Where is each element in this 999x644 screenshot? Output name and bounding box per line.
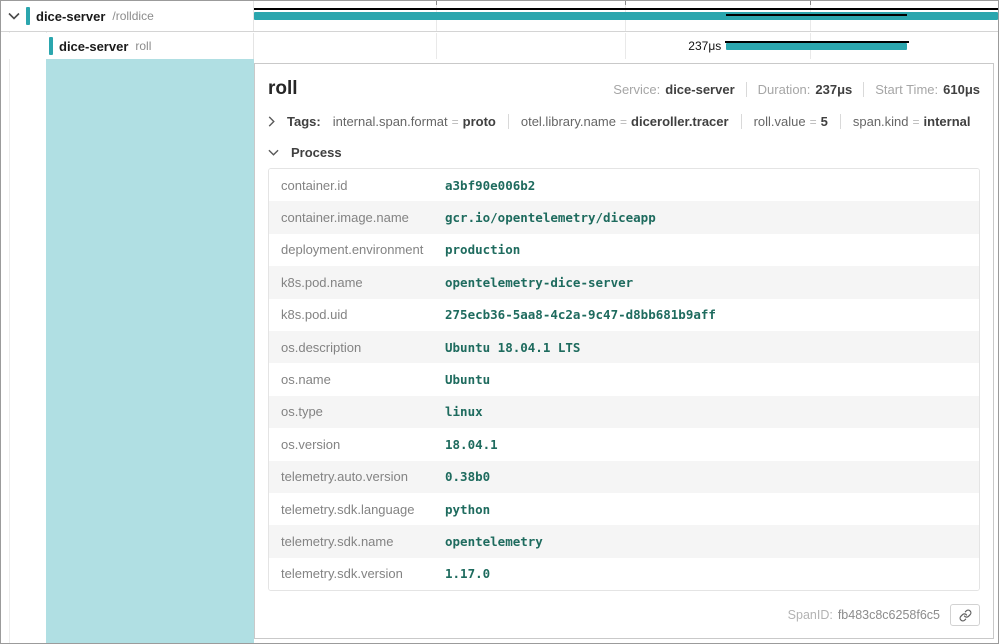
- duration-label: 237μs: [688, 39, 721, 53]
- tag-item: span.kind = internal: [840, 114, 971, 129]
- span-title: roll: [268, 78, 298, 100]
- copy-link-button[interactable]: [950, 604, 980, 626]
- process-table: container.id a3bf90e006b2 container.imag…: [268, 168, 980, 591]
- timeline-tick: [436, 1, 437, 5]
- process-label: Process: [291, 145, 342, 160]
- process-row: deployment.environment production: [269, 234, 979, 266]
- critical-path-segment: [254, 8, 998, 10]
- process-row: os.description Ubuntu 18.04.1 LTS: [269, 331, 979, 363]
- critical-path-segment: [726, 14, 907, 16]
- jaeger-trace-detail-view: dice-server /rolldice dice-server roll 2…: [0, 0, 999, 644]
- process-value: gcr.io/opentelemetry/diceapp: [445, 210, 656, 225]
- process-row: os.version 18.04.1: [269, 428, 979, 460]
- meta-duration: Duration: 237μs: [746, 82, 853, 97]
- chevron-right-icon: [268, 116, 275, 127]
- process-key: os.type: [269, 404, 445, 419]
- operation-name: /rolldice: [112, 9, 153, 23]
- process-value: 1.17.0: [445, 566, 490, 581]
- process-key: telemetry.sdk.name: [269, 534, 445, 549]
- process-row: k8s.pod.name opentelemetry-dice-server: [269, 266, 979, 298]
- process-key: k8s.pod.uid: [269, 307, 445, 322]
- timeline-tick: [810, 1, 811, 5]
- process-row: telemetry.sdk.name opentelemetry: [269, 525, 979, 557]
- meta-start-time: Start Time: 610μs: [863, 82, 980, 97]
- operation-name: roll: [135, 39, 151, 53]
- spanid-label: SpanID:: [788, 608, 833, 622]
- process-value: python: [445, 502, 490, 517]
- span-bar-roll[interactable]: [726, 43, 907, 50]
- detail-header: roll Service: dice-server Duration: 237μ…: [268, 78, 980, 100]
- process-section-toggle[interactable]: Process: [268, 145, 980, 160]
- process-key: telemetry.auto.version: [269, 469, 445, 484]
- chevron-down-icon[interactable]: [8, 12, 20, 20]
- timeline-cell[interactable]: 237μs: [254, 33, 998, 59]
- chevron-down-icon: [268, 149, 279, 156]
- span-color-bar: [49, 37, 53, 55]
- process-key: telemetry.sdk.language: [269, 502, 445, 517]
- span-row-rolldice[interactable]: dice-server /rolldice: [1, 1, 998, 32]
- process-key: container.id: [269, 178, 445, 193]
- spanid-value: fb483c8c6258f6c5: [838, 608, 940, 622]
- process-value: a3bf90e006b2: [445, 178, 535, 193]
- selected-span-highlight: [46, 59, 254, 643]
- tag-item: internal.span.format = proto: [333, 114, 496, 129]
- span-color-bar: [26, 7, 30, 25]
- process-value: Ubuntu: [445, 372, 490, 387]
- timeline-tick: [625, 1, 626, 5]
- span-name-cell[interactable]: dice-server /rolldice: [1, 1, 254, 31]
- process-key: deployment.environment: [269, 242, 445, 257]
- process-row: container.image.name gcr.io/opentelemetr…: [269, 201, 979, 233]
- process-key: telemetry.sdk.version: [269, 566, 445, 581]
- indent-guide: [9, 1, 10, 643]
- process-row: telemetry.auto.version 0.38b0: [269, 461, 979, 493]
- process-key: k8s.pod.name: [269, 275, 445, 290]
- span-row-roll[interactable]: dice-server roll 237μs: [1, 33, 998, 59]
- process-value: opentelemetry-dice-server: [445, 275, 633, 290]
- timeline-gridline: [625, 33, 626, 59]
- span-meta: Service: dice-server Duration: 237μs Sta…: [613, 82, 980, 97]
- process-key: os.description: [269, 340, 445, 355]
- process-value: opentelemetry: [445, 534, 543, 549]
- service-name: dice-server: [59, 39, 128, 54]
- tags-section-toggle[interactable]: Tags: internal.span.format = proto otel.…: [268, 114, 980, 129]
- link-icon: [959, 609, 972, 622]
- span-detail-panel: roll Service: dice-server Duration: 237μ…: [254, 63, 994, 639]
- meta-service: Service: dice-server: [613, 82, 734, 97]
- process-row: telemetry.sdk.language python: [269, 493, 979, 525]
- timeline-gridline: [436, 33, 437, 59]
- process-value: Ubuntu 18.04.1 LTS: [445, 340, 580, 355]
- process-value: 18.04.1: [445, 437, 498, 452]
- process-key: container.image.name: [269, 210, 445, 225]
- timeline-cell[interactable]: [254, 1, 998, 31]
- tags-label: Tags:: [287, 114, 321, 129]
- process-row: container.id a3bf90e006b2: [269, 169, 979, 201]
- process-key: os.name: [269, 372, 445, 387]
- process-value: linux: [445, 404, 483, 419]
- process-value: 0.38b0: [445, 469, 490, 484]
- detail-footer: SpanID: fb483c8c6258f6c5: [268, 594, 980, 638]
- process-key: os.version: [269, 437, 445, 452]
- tag-item: otel.library.name = diceroller.tracer: [508, 114, 729, 129]
- process-row: os.type linux: [269, 396, 979, 428]
- process-value: production: [445, 242, 520, 257]
- tag-item: roll.value = 5: [741, 114, 828, 129]
- process-row: k8s.pod.uid 275ecb36-5aa8-4c2a-9c47-d8bb…: [269, 299, 979, 331]
- process-row: os.name Ubuntu: [269, 363, 979, 395]
- service-name: dice-server: [36, 9, 105, 24]
- span-name-cell[interactable]: dice-server roll: [1, 33, 254, 59]
- process-value: 275ecb36-5aa8-4c2a-9c47-d8bb681b9aff: [445, 307, 716, 322]
- process-row: telemetry.sdk.version 1.17.0: [269, 558, 979, 590]
